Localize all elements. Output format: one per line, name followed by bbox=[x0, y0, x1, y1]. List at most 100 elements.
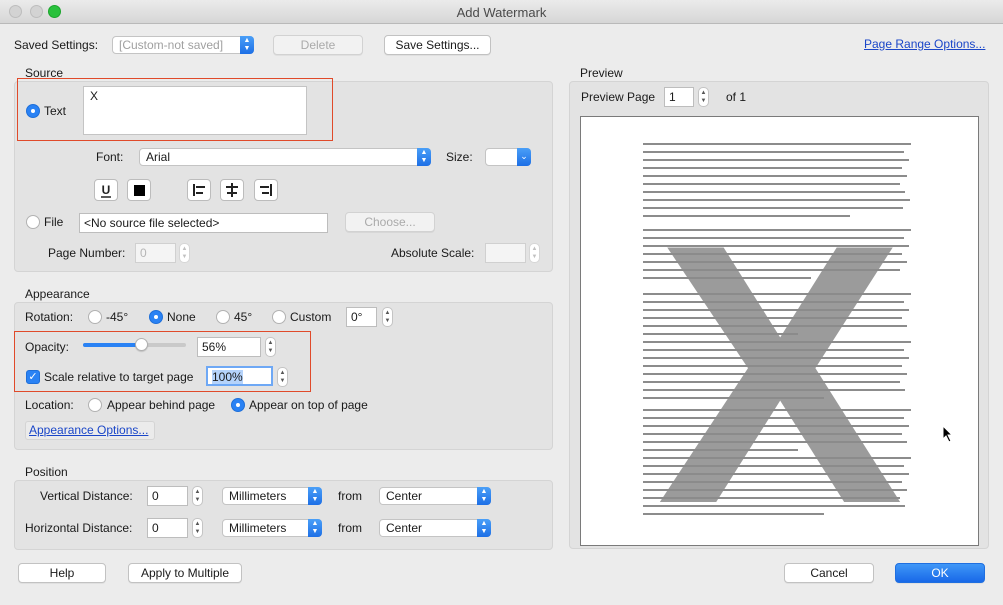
custom-rotation-stepper[interactable]: ▲ ▼ bbox=[382, 307, 393, 327]
opacity-slider-knob[interactable] bbox=[135, 338, 148, 351]
source-file-field[interactable]: <No source file selected> bbox=[79, 213, 328, 233]
ok-button[interactable]: OK bbox=[895, 563, 985, 583]
vertical-unit-select[interactable]: Millimeters ▲ ▼ bbox=[222, 487, 322, 505]
rotation-minus45-label: -45° bbox=[106, 310, 129, 324]
color-swatch-icon bbox=[134, 185, 145, 196]
absolute-scale-stepper[interactable]: ▲ ▼ bbox=[529, 243, 540, 263]
vertical-from-label: from bbox=[338, 489, 362, 503]
location-on-top-radio[interactable] bbox=[231, 398, 245, 412]
file-source-radio[interactable] bbox=[26, 215, 40, 229]
select-arrows-icon: ▲ ▼ bbox=[308, 487, 322, 505]
vertical-from-select[interactable]: Center ▲ ▼ bbox=[379, 487, 491, 505]
choose-file-button[interactable]: Choose... bbox=[345, 212, 435, 232]
scale-relative-checkbox[interactable]: ✓ bbox=[26, 370, 40, 384]
cancel-button[interactable]: Cancel bbox=[784, 563, 874, 583]
vertical-distance-label: Vertical Distance: bbox=[40, 489, 133, 503]
watermark-text-area[interactable]: X bbox=[83, 86, 307, 135]
horizontal-distance-stepper[interactable]: ▲ ▼ bbox=[192, 518, 203, 538]
svg-text:U: U bbox=[102, 183, 111, 197]
preview-page-stepper[interactable]: ▲ ▼ bbox=[698, 87, 709, 107]
size-label: Size: bbox=[446, 150, 473, 164]
add-watermark-dialog: Add Watermark Saved Settings: [Custom-no… bbox=[0, 0, 1003, 605]
title-bar: Add Watermark bbox=[0, 0, 1003, 24]
rotation-custom-label: Custom bbox=[290, 310, 332, 324]
mouse-pointer-icon bbox=[942, 424, 954, 446]
underline-icon: U bbox=[101, 183, 111, 198]
horizontal-unit-value: Millimeters bbox=[229, 521, 287, 535]
appearance-options-link[interactable]: Appearance Options... bbox=[29, 423, 148, 437]
vertical-from-value: Center bbox=[386, 489, 423, 503]
delete-button[interactable]: Delete bbox=[273, 35, 363, 55]
horizontal-unit-select[interactable]: Millimeters ▲ ▼ bbox=[222, 519, 322, 537]
preview-page-count: of 1 bbox=[726, 90, 747, 104]
location-label: Location: bbox=[25, 398, 74, 412]
scale-relative-label: Scale relative to target page bbox=[44, 370, 194, 384]
horizontal-from-label: from bbox=[338, 521, 362, 535]
location-behind-radio[interactable] bbox=[88, 398, 102, 412]
select-arrows-icon: ▲ ▼ bbox=[477, 519, 491, 537]
select-arrows-icon: ▲ ▼ bbox=[477, 487, 491, 505]
saved-settings-select[interactable]: [Custom-not saved] ▲ ▼ bbox=[112, 36, 254, 54]
rotation-minus45-radio[interactable] bbox=[88, 310, 102, 324]
preview-section-label: Preview bbox=[580, 66, 623, 80]
size-select[interactable]: ⌄ bbox=[485, 148, 531, 166]
scale-value: 100% bbox=[212, 370, 243, 384]
vertical-unit-value: Millimeters bbox=[229, 489, 287, 503]
page-number-stepper[interactable]: ▲ ▼ bbox=[179, 243, 190, 263]
horizontal-distance-field[interactable]: 0 bbox=[147, 518, 188, 538]
page-number-field[interactable]: 0 bbox=[135, 243, 176, 263]
align-center-button[interactable] bbox=[220, 179, 244, 201]
appearance-section-label: Appearance bbox=[25, 287, 90, 301]
page-number-label: Page Number: bbox=[48, 246, 126, 260]
align-right-button[interactable] bbox=[254, 179, 278, 201]
page-range-options-link[interactable]: Page Range Options... bbox=[864, 37, 985, 51]
saved-settings-value: [Custom-not saved] bbox=[119, 38, 224, 52]
align-left-icon bbox=[193, 184, 205, 196]
preview-page: X bbox=[580, 116, 979, 546]
select-arrows-icon: ▲ ▼ bbox=[308, 519, 322, 537]
vertical-distance-stepper[interactable]: ▲ ▼ bbox=[192, 486, 203, 506]
rotation-45-label: 45° bbox=[234, 310, 253, 324]
text-source-label: Text bbox=[44, 104, 67, 118]
font-label: Font: bbox=[96, 150, 124, 164]
text-source-radio[interactable] bbox=[26, 104, 40, 118]
select-arrows-icon: ▲ ▼ bbox=[417, 148, 431, 166]
help-button[interactable]: Help bbox=[18, 563, 106, 583]
absolute-scale-field[interactable] bbox=[485, 243, 526, 263]
scale-stepper[interactable]: ▲ ▼ bbox=[277, 367, 288, 387]
watermark-text-value: X bbox=[90, 89, 99, 103]
window-title: Add Watermark bbox=[456, 5, 547, 20]
select-arrows-icon: ▲ ▼ bbox=[240, 36, 254, 54]
vertical-distance-field[interactable]: 0 bbox=[147, 486, 188, 506]
custom-rotation-field[interactable]: 0° bbox=[346, 307, 377, 327]
absolute-scale-label: Absolute Scale: bbox=[391, 246, 475, 260]
rotation-none-radio[interactable] bbox=[149, 310, 163, 324]
font-select[interactable]: Arial ▲ ▼ bbox=[139, 148, 431, 166]
rotation-label: Rotation: bbox=[25, 310, 74, 324]
scale-field[interactable]: 100% bbox=[206, 366, 273, 386]
chevron-down-icon: ⌄ bbox=[517, 148, 531, 166]
rotation-custom-radio[interactable] bbox=[272, 310, 286, 324]
apply-to-multiple-button[interactable]: Apply to Multiple bbox=[128, 563, 242, 583]
rotation-45-radio[interactable] bbox=[216, 310, 230, 324]
opacity-slider-fill bbox=[83, 343, 141, 347]
file-source-label: File bbox=[44, 215, 64, 229]
opacity-field[interactable]: 56% bbox=[197, 337, 261, 357]
opacity-label: Opacity: bbox=[25, 340, 70, 354]
location-behind-label: Appear behind page bbox=[107, 398, 216, 412]
align-center-icon bbox=[226, 183, 238, 197]
rotation-none-label: None bbox=[167, 310, 196, 324]
saved-settings-label: Saved Settings: bbox=[14, 38, 99, 52]
preview-page-label: Preview Page bbox=[581, 90, 656, 104]
position-section-label: Position bbox=[25, 465, 68, 479]
opacity-stepper[interactable]: ▲ ▼ bbox=[265, 337, 276, 357]
align-right-icon bbox=[260, 184, 272, 196]
horizontal-from-select[interactable]: Center ▲ ▼ bbox=[379, 519, 491, 537]
text-color-button[interactable] bbox=[127, 179, 151, 201]
underline-button[interactable]: U bbox=[94, 179, 118, 201]
preview-page-field[interactable]: 1 bbox=[664, 87, 694, 107]
save-settings-button[interactable]: Save Settings... bbox=[384, 35, 491, 55]
opacity-slider-track[interactable] bbox=[83, 338, 186, 351]
horizontal-distance-label: Horizontal Distance: bbox=[25, 521, 133, 535]
align-left-button[interactable] bbox=[187, 179, 211, 201]
